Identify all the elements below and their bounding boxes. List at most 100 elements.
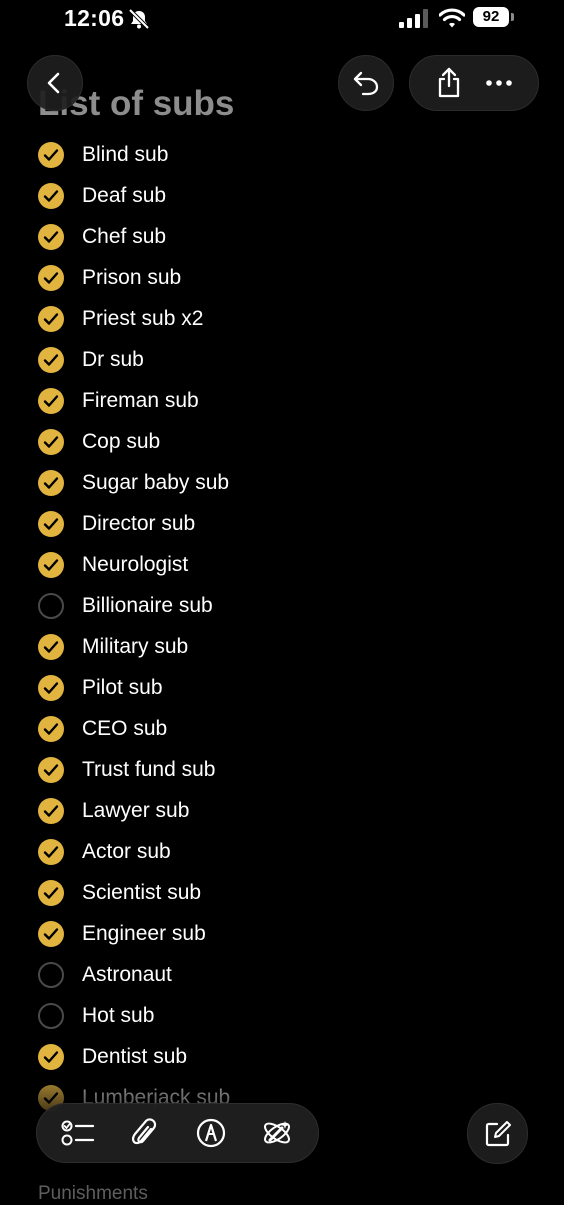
checkbox-checked[interactable] <box>38 674 64 701</box>
compose-icon <box>485 1120 511 1146</box>
checkbox-checked[interactable] <box>38 633 64 660</box>
paperclip-icon <box>132 1118 157 1145</box>
checklist-item-label[interactable]: Prison sub <box>82 266 181 290</box>
cellular-signal-icon <box>399 9 428 28</box>
checklist-item-label[interactable]: Blind sub <box>82 143 168 167</box>
checklist-item: Director sub <box>38 503 518 544</box>
checklist-item-label[interactable]: Astronaut <box>82 963 172 987</box>
checkbox-checked[interactable] <box>38 838 64 865</box>
checklist-item: Fireman sub <box>38 380 518 421</box>
actions-pill <box>409 55 539 111</box>
checklist-button[interactable] <box>56 1111 100 1155</box>
checkmark-icon <box>43 271 59 284</box>
checkmark-icon <box>43 312 59 325</box>
checklist-item-label[interactable]: Actor sub <box>82 840 171 864</box>
checklist-item: Scientist sub <box>38 872 518 913</box>
more-button[interactable] <box>479 63 519 103</box>
silent-bell-icon <box>128 9 150 29</box>
checkmark-icon <box>43 230 59 243</box>
checklist-item-label[interactable]: CEO sub <box>82 717 167 741</box>
wifi-icon <box>439 8 465 28</box>
checklist-item: Astronaut <box>38 954 518 995</box>
markup-button[interactable] <box>189 1111 233 1155</box>
checklist-item-label[interactable]: Chef sub <box>82 225 166 249</box>
undo-button[interactable] <box>338 55 394 111</box>
checkmark-icon <box>43 394 59 407</box>
checklist-item-label[interactable]: Director sub <box>82 512 195 536</box>
checkbox-checked[interactable] <box>38 387 64 414</box>
battery-cap <box>511 13 514 21</box>
checkbox-checked[interactable] <box>38 715 64 742</box>
checkmark-icon <box>43 476 59 489</box>
attachment-button[interactable] <box>122 1111 166 1155</box>
checklist-item: Priest sub x2 <box>38 298 518 339</box>
checkmark-icon <box>43 435 59 448</box>
checklist-item-label[interactable]: Engineer sub <box>82 922 206 946</box>
status-time: 12:06 <box>64 5 125 31</box>
status-bar: 12:06 92 <box>0 0 564 40</box>
checklist-item-label[interactable]: Pilot sub <box>82 676 163 700</box>
checklist-item: Pilot sub <box>38 667 518 708</box>
checkmark-icon <box>43 517 59 530</box>
checklist-item-label[interactable]: Deaf sub <box>82 184 166 208</box>
checklist-item-label[interactable]: Scientist sub <box>82 881 201 905</box>
checklist-item-label[interactable]: Cop sub <box>82 430 160 454</box>
checkbox-checked[interactable] <box>38 305 64 332</box>
markup-pen-icon <box>196 1118 225 1148</box>
checklist-item-label[interactable]: Trust fund sub <box>82 758 215 782</box>
checkmark-icon <box>43 886 59 899</box>
checkbox-checked[interactable] <box>38 182 64 209</box>
checkbox-checked[interactable] <box>38 510 64 537</box>
checklist-item-label[interactable]: Military sub <box>82 635 188 659</box>
checkbox-checked[interactable] <box>38 428 64 455</box>
checkbox-checked[interactable] <box>38 551 64 578</box>
checklist-item: Trust fund sub <box>38 749 518 790</box>
checkbox-checked[interactable] <box>38 141 64 168</box>
checkmark-icon <box>43 681 59 694</box>
checklist-item-label[interactable]: Fireman sub <box>82 389 199 413</box>
checklist-item: Actor sub <box>38 831 518 872</box>
checkbox-checked[interactable] <box>38 264 64 291</box>
checklist-item: Blind sub <box>38 134 518 175</box>
checklist-item: Billionaire sub <box>38 585 518 626</box>
checkbox-checked[interactable] <box>38 920 64 947</box>
bottom-toolbar <box>36 1103 319 1163</box>
checklist-item-label[interactable]: Lawyer sub <box>82 799 189 823</box>
checkmark-icon <box>43 353 59 366</box>
writing-tools-button[interactable] <box>255 1111 299 1155</box>
checkbox-checked[interactable] <box>38 346 64 373</box>
section-heading-punishments: Punishments <box>38 1183 148 1204</box>
checklist-item-label[interactable]: Dr sub <box>82 348 144 372</box>
checklist-item-label[interactable]: Neurologist <box>82 553 188 577</box>
checkbox-checked[interactable] <box>38 1043 64 1070</box>
checklist-item: Hot sub <box>38 995 518 1036</box>
checklist-item-label[interactable]: Sugar baby sub <box>82 471 229 495</box>
checkmark-icon <box>43 189 59 202</box>
back-button[interactable] <box>27 55 83 111</box>
checkbox-checked[interactable] <box>38 223 64 250</box>
checklist-item: Deaf sub <box>38 175 518 216</box>
more-icon <box>486 80 512 86</box>
share-button[interactable] <box>429 63 469 103</box>
checklist-item: Dr sub <box>38 339 518 380</box>
checkmark-icon <box>43 722 59 735</box>
checkbox-checked[interactable] <box>38 879 64 906</box>
checkbox-checked[interactable] <box>38 469 64 496</box>
checkmark-icon <box>43 845 59 858</box>
checklist-item: Neurologist <box>38 544 518 585</box>
checklist-item-label[interactable]: Priest sub x2 <box>82 307 203 331</box>
checkmark-icon <box>43 763 59 776</box>
checkbox-checked[interactable] <box>38 756 64 783</box>
checkbox-checked[interactable] <box>38 797 64 824</box>
checklist-item-label[interactable]: Hot sub <box>82 1004 154 1028</box>
checkbox-unchecked[interactable] <box>38 1002 64 1029</box>
checklist-icon <box>61 1120 95 1146</box>
checklist-item-label[interactable]: Dentist sub <box>82 1045 187 1069</box>
checkbox-unchecked[interactable] <box>38 592 64 619</box>
checkbox-unchecked[interactable] <box>38 961 64 988</box>
compose-button[interactable] <box>467 1103 528 1164</box>
checklist-item: Lawyer sub <box>38 790 518 831</box>
checkmark-icon <box>43 148 59 161</box>
checklist-item-label[interactable]: Billionaire sub <box>82 594 213 618</box>
checkmark-icon <box>43 927 59 940</box>
